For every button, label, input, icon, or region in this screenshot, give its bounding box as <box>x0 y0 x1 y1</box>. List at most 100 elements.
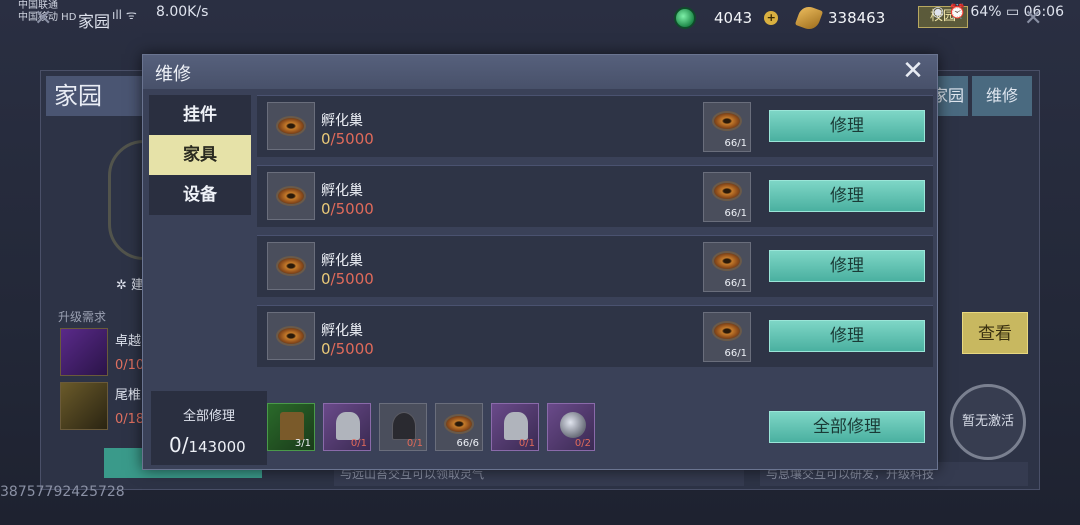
eye-nest-icon <box>276 116 306 136</box>
required-material[interactable]: 66/1 <box>703 172 751 222</box>
progress-total: /5000 <box>330 340 374 358</box>
progress-current: 0 <box>321 270 331 288</box>
decor-cross-icon: ✕ <box>1024 6 1043 31</box>
list-item: 孵化巢 0/5000 66/1 修理 <box>257 235 933 297</box>
eye-nest-icon <box>444 414 474 434</box>
coin-amount: 338463 <box>828 9 886 27</box>
build-label: ✲ 建 <box>116 278 145 293</box>
eye-nest-icon <box>276 256 306 276</box>
required-material[interactable]: 66/1 <box>703 312 751 362</box>
eye-nest-icon <box>712 181 742 201</box>
cost-total: 143000 <box>188 438 246 456</box>
item-progress: 0/5000 <box>321 270 374 288</box>
lion-statue-icon <box>504 412 528 440</box>
progress-current: 0 <box>321 200 331 218</box>
jade-resource[interactable]: 4043 + <box>674 6 779 30</box>
material-count: 0/1 <box>407 438 423 449</box>
material-slot[interactable]: 66/6 <box>435 403 483 451</box>
item-name: 孵化巢 <box>321 323 363 339</box>
repair-button[interactable]: 修理 <box>769 250 925 282</box>
add-currency-icon[interactable]: + <box>764 11 779 25</box>
lamp-icon <box>392 412 416 440</box>
material-count: 66/1 <box>724 278 747 289</box>
user-id: 38757792425728 <box>0 484 125 500</box>
required-material[interactable]: 66/1 <box>703 102 751 152</box>
upgrade-item-icon[interactable] <box>60 328 108 376</box>
repair-button[interactable]: 修理 <box>769 180 925 212</box>
material-slot[interactable]: 0/1 <box>323 403 371 451</box>
view-button[interactable]: 查看 <box>962 312 1028 354</box>
upgrade-item-count: 0/10 <box>115 358 145 373</box>
eye-nest-icon <box>276 186 306 206</box>
progress-total: /5000 <box>330 130 374 148</box>
eye-nest-icon <box>712 111 742 131</box>
material-need: /1 <box>525 438 535 449</box>
status-bar: 中国联通 中国移动 HD 家园 ıll ᯤ 8.00K/s 4043 + 338… <box>0 0 1080 33</box>
material-count: 0/1 <box>351 438 367 449</box>
jade-icon <box>674 7 696 29</box>
upgrade-item-count: 0/18 <box>115 412 145 427</box>
jade-amount: 4043 <box>714 9 753 27</box>
material-slot[interactable]: 0/1 <box>379 403 427 451</box>
repair-all-label: 全部修理 <box>182 409 235 424</box>
repair-dialog: 维修 ✕ 挂件 家具 设备 孵化巢 0/5000 66/1 修理 孵化巢 0/5… <box>142 54 938 470</box>
required-material[interactable]: 66/1 <box>703 242 751 292</box>
status-home-label: 家园 <box>78 12 111 31</box>
category-tabs: 挂件 家具 设备 <box>149 95 251 215</box>
tab-equipment[interactable]: 设备 <box>149 175 251 215</box>
repair-list[interactable]: 孵化巢 0/5000 66/1 修理 孵化巢 0/5000 66/1 修理 孵化… <box>257 95 933 377</box>
eye-nest-icon <box>712 251 742 271</box>
material-slot[interactable]: 3/1 <box>267 403 315 451</box>
repair-all-button[interactable]: 全部修理 <box>769 411 925 443</box>
item-progress: 0/5000 <box>321 200 374 218</box>
upgrade-item-name: 卓越 <box>115 334 142 349</box>
coin-resource[interactable]: 338463 <box>794 3 886 33</box>
material-count: 66/1 <box>724 348 747 359</box>
dialog-header: 维修 ✕ <box>143 55 937 89</box>
inactive-badge[interactable]: 暂无激活 <box>950 384 1026 460</box>
close-icon[interactable]: ✕ <box>899 57 927 85</box>
material-count: 66/1 <box>724 208 747 219</box>
material-list: 3/1 0/1 0/1 66/6 0/1 0/2 <box>267 385 747 469</box>
progress-current: 0 <box>321 130 331 148</box>
item-thumbnail[interactable] <box>267 242 315 290</box>
network-speed: 8.00K/s <box>156 4 209 20</box>
decor-cross-icon: ✕ <box>34 6 53 31</box>
tab-pendant[interactable]: 挂件 <box>149 95 251 135</box>
material-count: 66/1 <box>724 138 747 149</box>
cost-current: 0/ <box>169 433 189 457</box>
item-name: 孵化巢 <box>321 113 363 129</box>
item-thumbnail[interactable] <box>267 312 315 360</box>
repair-all-bar: 全部修理 0/143000 3/1 0/1 0/1 66/6 0/1 0/2 全… <box>143 385 937 469</box>
eye-nest-icon <box>276 326 306 346</box>
eye-nest-icon <box>712 321 742 341</box>
material-count: 3/1 <box>295 438 311 449</box>
repair-button[interactable]: 修理 <box>769 320 925 352</box>
progress-total: /5000 <box>330 270 374 288</box>
repair-button[interactable]: 修理 <box>769 110 925 142</box>
material-need: /6 <box>469 438 479 449</box>
tab-repair[interactable]: 维修 <box>972 76 1032 116</box>
material-slot[interactable]: 0/2 <box>547 403 595 451</box>
upgrade-item-name: 尾椎 <box>115 388 142 403</box>
lion-statue-icon <box>336 412 360 440</box>
upgrade-requirement-label: 升级需求 <box>58 310 107 324</box>
item-name: 孵化巢 <box>321 183 363 199</box>
material-need: /1 <box>301 438 311 449</box>
item-thumbnail[interactable] <box>267 102 315 150</box>
material-need: /1 <box>413 438 423 449</box>
material-need: /1 <box>357 438 367 449</box>
material-slot[interactable]: 0/1 <box>491 403 539 451</box>
tab-furniture[interactable]: 家具 <box>149 135 251 175</box>
upgrade-item-icon[interactable] <box>60 382 108 430</box>
list-item: 孵化巢 0/5000 66/1 修理 <box>257 165 933 227</box>
list-item: 孵化巢 0/5000 66/1 修理 <box>257 95 933 157</box>
dialog-title: 维修 <box>155 64 191 85</box>
system-status: ◉ ⏰ 64% ▭ 06:06 <box>931 4 1064 20</box>
item-thumbnail[interactable] <box>267 172 315 220</box>
crystal-ball-icon <box>560 412 586 438</box>
material-have: 66 <box>456 438 470 449</box>
signal-icon: ıll ᯤ <box>112 8 137 22</box>
chair-icon <box>280 412 304 440</box>
material-need: /2 <box>581 438 591 449</box>
